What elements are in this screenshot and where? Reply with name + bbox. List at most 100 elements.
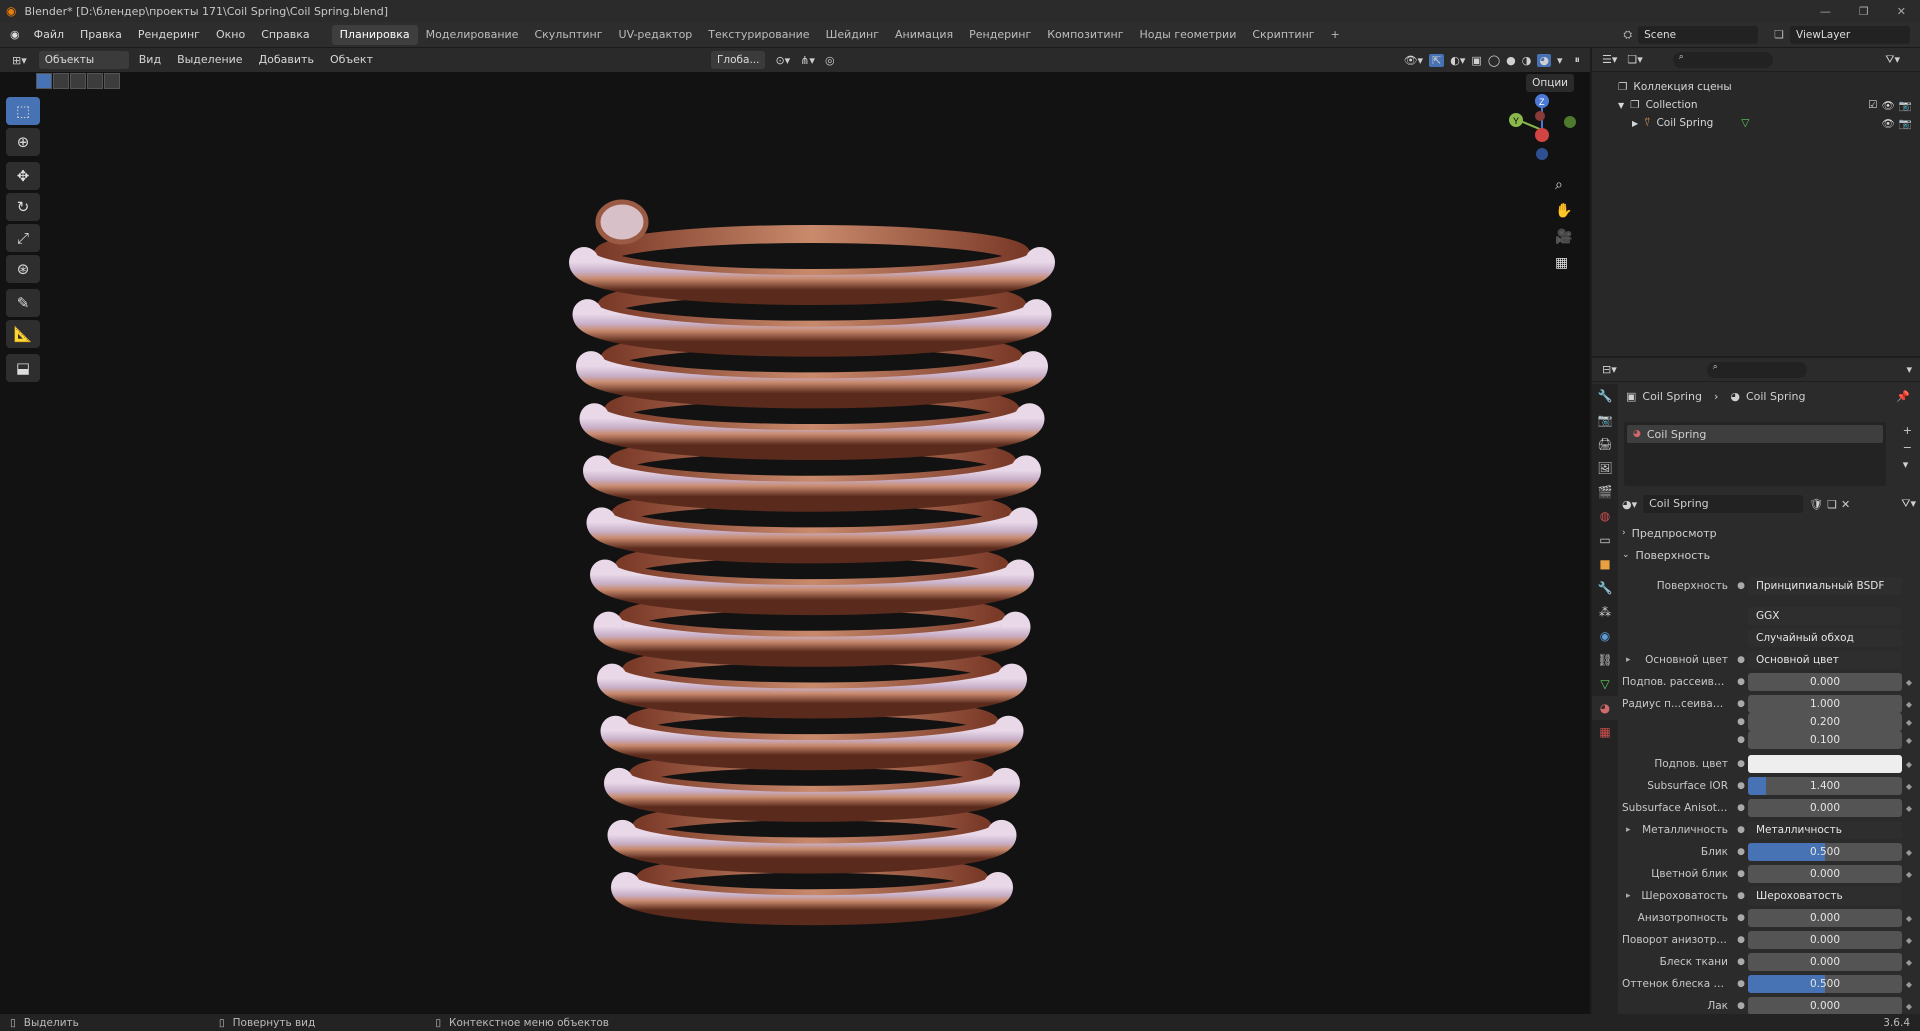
property-value-field[interactable]: 1.400 [1748, 777, 1902, 795]
property-value-field[interactable]: 1.000 [1748, 695, 1902, 713]
menu-edit[interactable]: Правка [72, 24, 130, 46]
options-chevron-icon[interactable]: ▾ [1906, 363, 1912, 376]
tab-sculpting[interactable]: Скульптинг [526, 25, 610, 45]
duplicate-icon[interactable]: ❏ [1827, 498, 1837, 511]
solid-shading-icon[interactable]: ● [1506, 54, 1516, 67]
outliner-row-scene-collection[interactable]: ❐ Коллекция сцены [1592, 78, 1920, 96]
material-name-field[interactable]: Coil Spring [1643, 495, 1804, 513]
property-value-field[interactable]: 0.000 [1748, 799, 1902, 817]
keyframe-dot-icon[interactable]: ◆ [1902, 870, 1916, 879]
socket-icon[interactable]: ● [1734, 891, 1748, 901]
menu-window[interactable]: Окно [208, 24, 253, 46]
menu-view[interactable]: Вид [131, 49, 169, 71]
keyframe-dot-icon[interactable]: ◆ [1902, 848, 1916, 857]
socket-icon[interactable]: ● [1734, 759, 1748, 769]
property-value-field[interactable]: 0.100 [1748, 731, 1902, 749]
expand-icon[interactable]: ▶ [1632, 119, 1638, 128]
socket-icon[interactable]: ● [1734, 913, 1748, 923]
data-tab-icon[interactable]: ▽ [1592, 672, 1618, 696]
view-layer-selector[interactable]: ViewLayer [1790, 25, 1910, 44]
property-value-field[interactable]: 0.000 [1748, 865, 1902, 883]
pin-icon[interactable]: 📌 [1896, 390, 1910, 403]
particles-tab-icon[interactable]: ⁂ [1592, 600, 1618, 624]
properties-search-input[interactable]: ⌕ [1706, 361, 1807, 378]
filter-icon[interactable]: ⛛▾ [1901, 497, 1916, 511]
mode-selector[interactable]: Объекты [38, 51, 129, 69]
texture-tab-icon[interactable]: ▦ [1592, 720, 1618, 744]
proportional-edit-icon[interactable]: ◎ [825, 54, 835, 67]
keyframe-dot-icon[interactable]: ◆ [1902, 1002, 1916, 1011]
keyframe-dot-icon[interactable]: ◆ [1902, 678, 1916, 687]
remove-slot-icon[interactable]: − [1903, 441, 1912, 454]
pivot-icon[interactable]: ⊙▾ [775, 54, 790, 67]
blender-menu-icon[interactable]: ◉ [10, 28, 20, 41]
gizmo-icon[interactable]: ⇱ [1429, 53, 1445, 67]
socket-icon[interactable]: ● [1734, 847, 1748, 857]
tab-rendering[interactable]: Рендеринг [961, 25, 1039, 45]
socket-icon[interactable]: ● [1734, 717, 1748, 727]
property-value-field[interactable]: Случайный обход [1748, 629, 1902, 647]
expand-icon[interactable]: ▸ [1626, 825, 1631, 835]
keyframe-dot-icon[interactable]: ◆ [1902, 700, 1916, 709]
property-value-field[interactable]: 0.500 [1748, 975, 1902, 993]
property-value-field[interactable]: Шероховатость [1748, 887, 1902, 905]
scene-selector[interactable]: Scene [1638, 25, 1759, 44]
display-mode-icon[interactable]: ❏▾ [1627, 53, 1642, 66]
socket-icon[interactable]: ● [1734, 655, 1748, 665]
keyframe-dot-icon[interactable]: ◆ [1902, 804, 1916, 813]
property-value-field[interactable]: 0.000 [1748, 931, 1902, 949]
add-workspace-icon[interactable]: + [1323, 25, 1348, 45]
keyframe-dot-icon[interactable]: ◆ [1902, 914, 1916, 923]
keyframe-dot-icon[interactable]: ◆ [1902, 782, 1916, 791]
properties-editor-icon[interactable]: ⊟▾ [1602, 363, 1617, 376]
collection-tab-icon[interactable]: ▭ [1592, 528, 1618, 552]
snap-icon[interactable]: ⋔▾ [800, 54, 815, 67]
tab-compositing[interactable]: Композитинг [1039, 25, 1131, 45]
slot-menu-icon[interactable]: ▾ [1903, 458, 1912, 471]
panel-surface[interactable]: ⌄ Поверхность [1622, 546, 1916, 564]
add-slot-icon[interactable]: + [1903, 424, 1912, 437]
eye-icon[interactable]: 👁 [1882, 99, 1895, 112]
render-camera-icon[interactable]: 📷 [1899, 117, 1912, 130]
object-tab-icon[interactable]: ■ [1592, 552, 1618, 576]
overlay-icon[interactable]: ◐▾ [1450, 54, 1465, 67]
outliner-row-coil-spring[interactable]: ▶ ⍢ Coil Spring ▽ 👁 📷 [1592, 114, 1920, 132]
property-value-field[interactable]: Металличность [1748, 821, 1902, 839]
property-value-field[interactable]: 0.000 [1748, 997, 1902, 1015]
maximize-icon[interactable]: ❐ [1859, 5, 1869, 18]
menu-add[interactable]: Добавить [251, 49, 322, 71]
socket-icon[interactable]: ● [1734, 735, 1748, 745]
render-camera-icon[interactable]: 📷 [1899, 99, 1912, 112]
keyframe-dot-icon[interactable]: ◆ [1902, 936, 1916, 945]
panel-preview[interactable]: › Предпросмотр [1622, 524, 1916, 542]
tab-texture-paint[interactable]: Текстурирование [700, 25, 817, 45]
socket-icon[interactable]: ● [1734, 825, 1748, 835]
3d-viewport[interactable]: Опции ⬚ ⊕ ✥ ↻ ⤢ ⊛ ✎ 📐 ⬓ Z Y ⌕ ✋ 🎥 ▦ [0, 72, 1590, 1014]
checkbox-icon[interactable]: ☑ [1868, 99, 1877, 111]
socket-icon[interactable]: ● [1734, 957, 1748, 967]
menu-render[interactable]: Рендеринг [130, 24, 208, 46]
expand-icon[interactable]: ▸ [1626, 891, 1631, 901]
eye-icon[interactable]: 👁 [1882, 117, 1895, 130]
wireframe-shading-icon[interactable]: ◯ [1488, 54, 1500, 67]
unlink-icon[interactable]: ✕ [1841, 498, 1850, 511]
socket-icon[interactable]: ● [1734, 699, 1748, 709]
property-value-field[interactable]: Основной цвет [1748, 651, 1902, 669]
expand-icon[interactable]: ▼ [1618, 101, 1624, 110]
material-tab-icon[interactable]: ◕ [1592, 696, 1618, 720]
socket-icon[interactable]: ● [1734, 581, 1748, 591]
keyframe-dot-icon[interactable]: ◆ [1902, 760, 1916, 769]
xray-icon[interactable]: ▣ [1471, 54, 1481, 67]
outliner-editor-icon[interactable]: ☰▾ [1602, 53, 1617, 66]
property-value-field[interactable] [1748, 755, 1902, 773]
material-shading-icon[interactable]: ◑ [1522, 54, 1532, 67]
tab-modeling[interactable]: Моделирование [418, 25, 527, 45]
socket-icon[interactable]: ● [1734, 935, 1748, 945]
menu-select[interactable]: Выделение [169, 49, 251, 71]
socket-icon[interactable]: ● [1734, 803, 1748, 813]
tab-uv-editing[interactable]: UV-редактор [611, 25, 701, 45]
property-value-field[interactable]: 0.500 [1748, 843, 1902, 861]
modifier-tab-icon[interactable]: 🔧 [1592, 576, 1618, 600]
constraints-tab-icon[interactable]: ⛓ [1592, 648, 1618, 672]
output-tab-icon[interactable]: 🖨 [1592, 432, 1618, 456]
